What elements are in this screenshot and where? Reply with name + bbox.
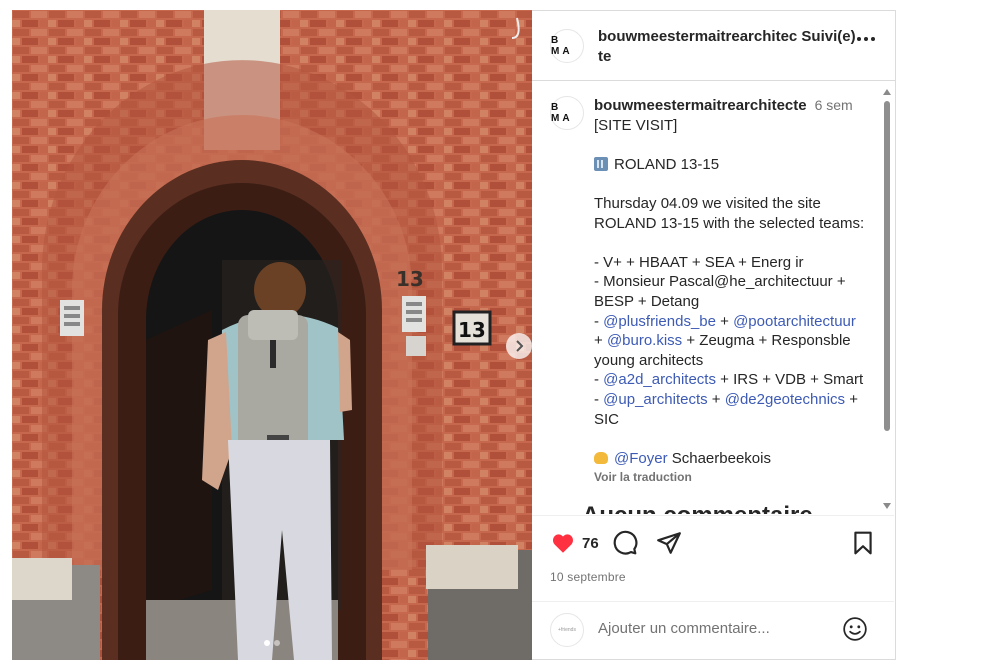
speech-bubble-icon	[613, 530, 638, 555]
see-translation-link[interactable]: Voir la traduction	[594, 468, 880, 488]
no-comments-title: Aucun commentaire	[582, 502, 813, 514]
caption-line: - V+ + HBAAT + SEA + Energ ir	[594, 253, 804, 271]
mention-link[interactable]: @pootarchitectuur	[733, 313, 856, 330]
viewer-avatar: +friends	[550, 613, 584, 647]
caption-text: +	[707, 390, 725, 408]
author-line: bouwmeestermaitrearchitec Suivi(e) te	[598, 27, 860, 67]
caption-line: - @a2d_architects + IRS + VDB + Smart	[594, 370, 880, 390]
comments-area[interactable]: B MA bouwmeestermaitrearchitecte 6 sem […	[532, 82, 894, 514]
follow-state-tail: te	[598, 48, 612, 65]
mention-link[interactable]: @plusfriends_be	[603, 313, 716, 330]
caption-line: young architects	[594, 351, 704, 369]
avatar-initials: B MA	[551, 35, 573, 57]
handshake-emoji-icon	[594, 451, 608, 464]
caption-text: -	[594, 390, 604, 408]
post-caption: B MA bouwmeestermaitrearchitecte 6 sem […	[550, 96, 880, 488]
building-emoji-icon	[594, 156, 608, 171]
post-date[interactable]: 10 septembre	[550, 570, 626, 584]
comment-input[interactable]	[598, 620, 828, 637]
author-avatar[interactable]: B MA	[550, 29, 584, 63]
heart-icon	[553, 534, 573, 553]
more-options-button[interactable]	[857, 37, 875, 41]
caption-text: + Zeugma + Responsble	[682, 332, 851, 350]
caption-line: [SITE VISIT]	[594, 116, 678, 134]
scroll-down-arrow-icon[interactable]	[883, 503, 891, 509]
mention-link[interactable]: @Foyer	[614, 450, 668, 467]
caption-text: ROLAND 13-15	[614, 155, 720, 173]
post-photo[interactable]: 13 13	[12, 10, 532, 660]
painted-number: 13	[396, 267, 424, 291]
caption-line: - Monsieur Pascal@he_architectuur +	[594, 273, 846, 291]
paper-plane-icon	[657, 532, 681, 554]
mention-link[interactable]: @buro.kiss	[607, 332, 682, 349]
photo-illustration: 13 13	[12, 10, 532, 660]
mention-link[interactable]: @a2d_architects	[603, 371, 716, 388]
caption-text: -	[594, 371, 604, 389]
caption-line: Thursday 04.09 we visited the site	[594, 194, 821, 212]
scroll-up-arrow-icon[interactable]	[883, 89, 891, 95]
mention-link[interactable]: @up_architects	[603, 391, 707, 408]
comment-button[interactable]	[612, 530, 638, 556]
emoji-picker-button[interactable]	[842, 616, 868, 642]
caption-line: @Foyer Schaerbeekois	[594, 449, 880, 469]
avatar-initials: B MA	[551, 102, 573, 124]
like-button[interactable]	[550, 530, 576, 556]
caption-text: + IRS + VDB + Smart	[715, 371, 864, 389]
caption-line: BESP + Detang	[594, 292, 700, 310]
smiley-icon	[843, 617, 867, 641]
next-photo-button[interactable]	[506, 333, 532, 359]
caption-time[interactable]: 6 sem	[815, 96, 853, 116]
mention-link[interactable]: @de2geotechnics	[725, 391, 845, 408]
more-dot-icon	[864, 37, 868, 41]
post-header: B MA bouwmeestermaitrearchitec Suivi(e) …	[532, 11, 895, 81]
caption-text: -	[594, 312, 604, 330]
save-button[interactable]	[850, 530, 876, 556]
caption-avatar[interactable]: B MA	[550, 96, 584, 130]
caption-line: - @plusfriends_be + @pootarchitectuur	[594, 312, 880, 332]
post-actions: 76 10 septembre	[532, 515, 894, 601]
carousel-dot-active	[264, 640, 270, 646]
follow-state-button[interactable]: Suivi(e)	[801, 28, 855, 45]
caption-line: ROLAND 13-15 with the selected teams:	[594, 214, 865, 232]
caption-text: +	[845, 390, 858, 408]
more-dot-icon	[857, 37, 861, 41]
caption-username[interactable]: bouwmeestermaitrearchitecte	[594, 96, 807, 116]
chevron-right-icon	[516, 340, 524, 352]
add-comment-bar: +friends	[532, 601, 894, 661]
scrollbar-thumb[interactable]	[884, 101, 890, 431]
caption-text: Schaerbeekois	[667, 449, 771, 467]
caption-line: ROLAND 13-15	[594, 155, 880, 175]
caption-text: +	[715, 312, 734, 330]
author-username[interactable]: bouwmeestermaitrearchitec	[598, 28, 797, 45]
likes-count[interactable]: 76	[582, 535, 599, 552]
carousel-dot	[274, 640, 280, 646]
caption-line: SIC	[594, 410, 620, 428]
caption-text: +	[594, 332, 607, 350]
more-dot-icon	[871, 37, 875, 41]
caption-line: - @up_architects + @de2geotechnics +	[594, 390, 880, 410]
carousel-dots	[12, 640, 532, 646]
door-number-plaque: 13	[458, 318, 486, 342]
caption-line: + @buro.kiss + Zeugma + Responsble	[594, 331, 880, 351]
avatar-label: +friends	[558, 627, 576, 633]
bookmark-icon	[854, 531, 872, 555]
share-button[interactable]	[656, 530, 682, 556]
post-side-panel: B MA bouwmeestermaitrearchitec Suivi(e) …	[532, 10, 896, 660]
comments-scrollbar[interactable]	[883, 89, 891, 509]
